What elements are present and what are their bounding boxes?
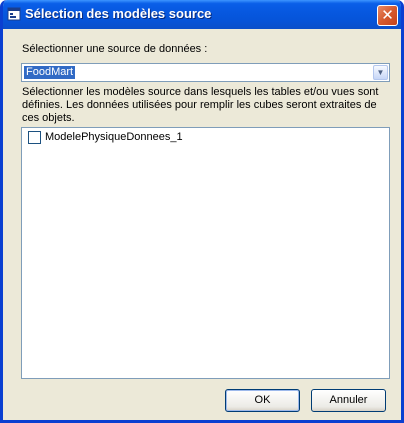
window-title: Sélection des modèles source [25, 6, 212, 21]
cancel-button[interactable]: Annuler [311, 389, 386, 412]
model-label: ModelePhysiqueDonnees_1 [45, 131, 183, 143]
model-checkbox[interactable] [28, 131, 41, 144]
chevron-down-icon[interactable]: ▼ [373, 65, 388, 80]
source-dropdown[interactable]: FoodMart ▼ [21, 63, 390, 82]
close-button[interactable]: ✕ [377, 5, 398, 26]
source-label: Sélectionner une source de données : [22, 43, 208, 55]
title-bar[interactable]: Sélection des modèles source ✕ [3, 0, 401, 29]
close-icon: ✕ [381, 6, 394, 24]
models-list[interactable]: ModelePhysiqueDonnees_1 [21, 127, 390, 379]
dialog-icon [7, 7, 21, 21]
source-dropdown-value: FoodMart [24, 66, 76, 79]
description-text: Sélectionner les modèles source dans les… [22, 86, 379, 124]
dialog-window: Sélection des modèles source ✕ Sélection… [0, 0, 404, 423]
ok-button[interactable]: OK [225, 389, 300, 412]
